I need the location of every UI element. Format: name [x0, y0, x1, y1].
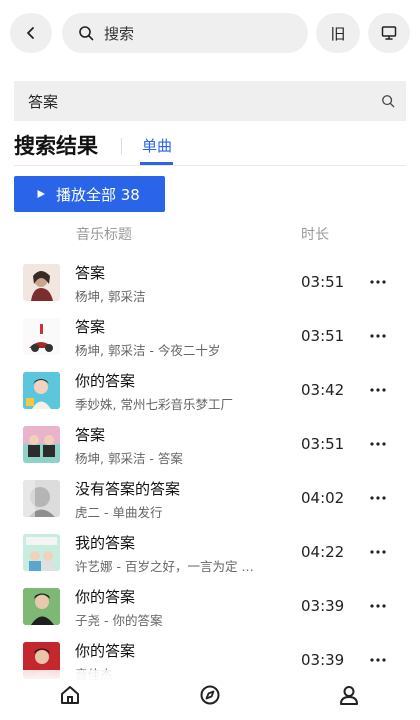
more-icon	[370, 280, 386, 284]
query-search-button[interactable]	[370, 94, 406, 108]
song-cover	[23, 372, 60, 409]
cover-art-icon	[23, 588, 60, 625]
bottom-nav	[0, 670, 420, 720]
top-bar: 搜索 旧	[10, 13, 410, 53]
results-title: 搜索结果	[14, 134, 98, 158]
compass-icon	[200, 685, 220, 705]
song-artist: 季妙姝, 常州七彩音乐梦工厂	[75, 397, 233, 412]
more-button[interactable]	[368, 650, 388, 670]
header-divider	[121, 138, 122, 154]
song-duration: 04:22	[301, 543, 345, 561]
search-placeholder: 搜索	[104, 24, 135, 43]
song-row[interactable]: 你的答案 季妙姝, 常州七彩音乐梦工厂 03:42	[0, 364, 420, 418]
tab-active-indicator	[140, 162, 173, 165]
song-title: 你的答案	[75, 588, 136, 606]
song-row[interactable]: 我的答案 许艺娜 - 百岁之好，一言为定 … 04:22	[0, 526, 420, 580]
search-icon	[382, 95, 395, 108]
song-duration: 03:39	[301, 651, 345, 669]
cover-art-icon	[23, 534, 60, 571]
more-button[interactable]	[368, 596, 388, 616]
more-icon	[370, 496, 386, 500]
song-cover	[23, 588, 60, 625]
song-row[interactable]: 答案 杨坤, 郭采洁 - 今夜二十岁 03:51	[0, 310, 420, 364]
song-cover	[23, 426, 60, 463]
monitor-icon	[381, 26, 397, 40]
screen-button[interactable]	[368, 13, 410, 53]
more-icon	[370, 604, 386, 608]
nav-home[interactable]	[57, 682, 83, 708]
song-duration: 04:02	[301, 489, 345, 507]
more-button[interactable]	[368, 380, 388, 400]
more-button[interactable]	[368, 488, 388, 508]
column-title: 音乐标题	[76, 227, 132, 243]
song-duration: 03:51	[301, 327, 345, 345]
song-title: 你的答案	[75, 372, 136, 390]
song-cover	[23, 534, 60, 571]
cover-art-icon	[23, 426, 60, 463]
home-icon	[61, 686, 79, 704]
results-header: 搜索结果 单曲	[14, 130, 406, 166]
song-title: 你的答案	[75, 642, 136, 660]
more-icon	[370, 334, 386, 338]
more-icon	[370, 388, 386, 392]
chevron-left-icon	[27, 27, 34, 39]
song-artist: 虎二 - 单曲发行	[75, 505, 163, 520]
song-title: 答案	[75, 426, 106, 444]
column-headers: 音乐标题 时长	[0, 224, 420, 244]
column-duration: 时长	[301, 227, 329, 243]
song-duration: 03:39	[301, 597, 345, 615]
song-row[interactable]: 答案 杨坤, 郭采洁 03:51	[0, 256, 420, 310]
user-icon	[340, 686, 358, 705]
song-title: 答案	[75, 264, 106, 282]
song-row[interactable]: 答案 杨坤, 郭采洁 - 答案 03:51	[0, 418, 420, 472]
song-artist: 许艺娜 - 百岁之好，一言为定 …	[75, 559, 254, 574]
play-all-label: 播放全部 38	[56, 185, 140, 204]
song-duration: 03:42	[301, 381, 345, 399]
song-duration: 03:51	[301, 435, 345, 453]
song-artist: 杨坤, 郭采洁 - 今夜二十岁	[75, 343, 221, 358]
play-icon	[37, 190, 45, 198]
more-icon	[370, 442, 386, 446]
more-button[interactable]	[368, 542, 388, 562]
old-version-button[interactable]: 旧	[316, 13, 360, 53]
song-title: 答案	[75, 318, 106, 336]
more-button[interactable]	[368, 326, 388, 346]
song-artist: 杨坤, 郭采洁 - 答案	[75, 451, 183, 466]
back-button[interactable]	[10, 13, 52, 53]
song-cover	[23, 318, 60, 355]
search-bar[interactable]: 搜索	[62, 13, 308, 53]
more-button[interactable]	[368, 434, 388, 454]
tab-single[interactable]: 单曲	[142, 135, 172, 156]
cover-art-icon	[23, 480, 60, 517]
song-title: 没有答案的答案	[75, 480, 181, 498]
nav-profile[interactable]	[336, 682, 362, 708]
song-artist: 杨坤, 郭采洁	[75, 289, 146, 304]
query-value: 答案	[28, 92, 59, 111]
more-button[interactable]	[368, 272, 388, 292]
song-artist: 子尧 - 你的答案	[75, 613, 163, 628]
song-row[interactable]: 没有答案的答案 虎二 - 单曲发行 04:02	[0, 472, 420, 526]
song-cover	[23, 264, 60, 301]
song-list: 答案 杨坤, 郭采洁 03:51 答案 杨坤, 郭采洁 - 今夜二十岁 03:5…	[0, 256, 420, 688]
cover-art-icon	[23, 372, 60, 409]
play-all-button[interactable]: 播放全部 38	[14, 176, 165, 212]
song-duration: 03:51	[301, 273, 345, 291]
query-input[interactable]: 答案	[14, 81, 406, 121]
nav-discover[interactable]	[197, 682, 223, 708]
more-icon	[370, 550, 386, 554]
cover-art-icon	[23, 318, 60, 355]
song-row[interactable]: 你的答案 子尧 - 你的答案 03:39	[0, 580, 420, 634]
cover-art-icon	[23, 264, 60, 301]
song-cover	[23, 480, 60, 517]
song-title: 我的答案	[75, 534, 136, 552]
search-icon	[79, 26, 94, 41]
more-icon	[370, 658, 386, 662]
